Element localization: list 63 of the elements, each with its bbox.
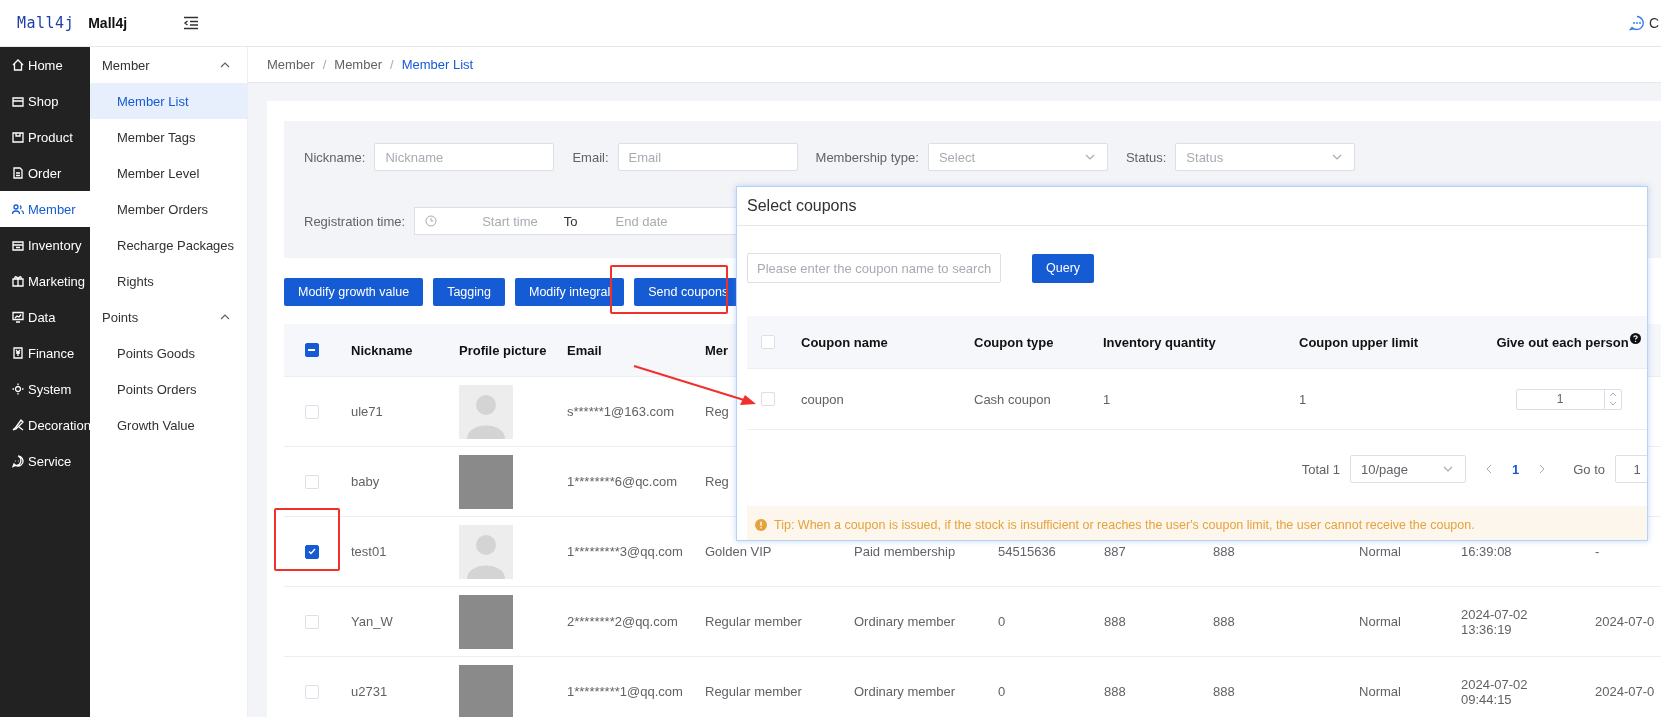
upper-limit: 1 [1299,391,1307,407]
coupon-name: coupon [801,391,844,407]
column-header: Give out each person [1496,334,1629,350]
table-cell: - [1595,544,1600,559]
column-header: Mer [705,342,729,358]
inventory-quantity: 1 [1103,391,1111,407]
column-header: Inventory quantity [1103,334,1216,350]
column-header: Email [567,342,602,358]
email-text: 1*********3@qq.com [567,544,683,559]
column-header: Profile picture [459,342,547,358]
table-cell-text: 2024-07-02 09:44:15 [1461,676,1529,707]
goto-label: Go to [1573,461,1605,477]
breadcrumb-separator: / [322,57,327,72]
table-cell: Ordinary member [854,684,956,699]
table-cell: 0 [998,614,1006,629]
nickname-text: test01 [351,544,387,559]
coupon-type: Cash coupon [974,391,1051,407]
table-cell: 0 [998,684,1006,699]
filter-label: Email: [572,149,609,165]
table-cell: 2024-07-0 [1595,614,1655,629]
dialog-title: Select coupons [737,187,1647,226]
table-cell: 888 [1213,544,1235,559]
table-cell: 887 [1104,544,1126,559]
column-header: Nickname [351,342,413,358]
nickname-text: ule71 [351,404,383,419]
tip-text: Tip: When a coupon is issued, if the stock is insufficient or reaches the user's coupon limit, the user cannot receive the coupon. [774,518,1475,532]
table-cell: 888 [1104,614,1126,629]
breadcrumb-separator: / [390,57,394,72]
table-cell: 888 [1213,684,1235,699]
breadcrumb-item: Member List [401,57,474,72]
email-text: 1********6@qc.com [567,474,678,489]
table-cell: Ordinary member [854,614,956,629]
table-cell: 54515636 [998,544,1056,559]
table-cell: Normal [1359,614,1401,629]
table-cell: Paid membership [854,544,956,559]
table-cell: Golden VIP [705,544,772,559]
column-header: Coupon upper limit [1299,334,1419,350]
table-cell: 2024-07-0 [1595,684,1655,699]
table-cell: 888 [1104,684,1126,699]
table-cell: Normal [1359,544,1401,559]
table-cell: Normal [1359,684,1401,699]
column-header: Coupon name [801,334,888,350]
filter-label: Nickname: [304,149,366,165]
table-cell: Regular member [705,614,802,629]
nickname-text: baby [351,474,380,489]
total-count: Total 1 [1301,461,1340,477]
table-cell: Reg [705,404,729,419]
nickname-text: u2731 [351,684,388,699]
filter-label: Membership type: [815,149,919,165]
filter-label: Status: [1125,149,1167,165]
column-header: Coupon type [974,334,1054,350]
nickname-text: Yan_W [351,614,393,629]
email-text: s******1@163.com [567,404,675,419]
app-title: Mall4j [88,15,128,31]
table-cell: Regular member [705,684,802,699]
table-cell-text: 16:39:08 [1461,544,1513,559]
email-text: 2********2@qq.com [567,614,678,629]
table-cell: Reg [705,474,729,489]
filter-label: Registration time: [304,213,406,229]
email-text: 1*********1@qq.com [567,684,683,699]
table-cell: 888 [1213,614,1235,629]
table-cell-text: 2024-07-02 13:36:19 [1461,606,1529,637]
logo: Mall4j [17,14,75,32]
